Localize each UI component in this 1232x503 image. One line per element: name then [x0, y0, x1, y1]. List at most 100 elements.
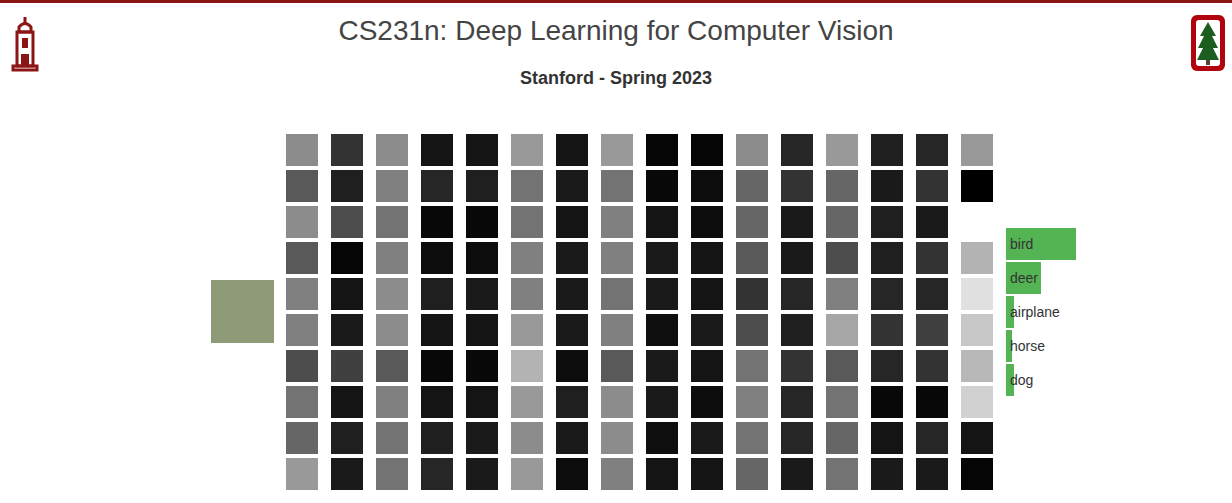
activation-map [826, 206, 858, 238]
activation-map [376, 134, 408, 166]
activation-map [916, 242, 948, 274]
activation-map [646, 170, 678, 202]
activation-map [871, 314, 903, 346]
activation-map [466, 422, 498, 454]
prediction-row: bird [1006, 228, 1106, 260]
predictions: birddeerairplanehorsedog [1006, 228, 1106, 396]
activation-map [466, 314, 498, 346]
activation-map [646, 458, 678, 490]
activation-map [916, 314, 948, 346]
activation-map [781, 422, 813, 454]
activation-grid [286, 134, 993, 490]
activation-map [376, 206, 408, 238]
activation-map [691, 350, 723, 382]
activation-map [466, 134, 498, 166]
activation-map [736, 278, 768, 310]
activation-map [466, 386, 498, 418]
activation-map [601, 422, 633, 454]
activation-map [376, 422, 408, 454]
activation-map [421, 314, 453, 346]
activation-map [466, 242, 498, 274]
output-cell [961, 422, 993, 454]
activation-map [331, 278, 363, 310]
activation-map [781, 134, 813, 166]
output-cell [961, 350, 993, 382]
activation-map [331, 206, 363, 238]
activation-row [286, 134, 993, 166]
activation-map [421, 422, 453, 454]
output-cell [961, 170, 993, 202]
activation-map [691, 278, 723, 310]
activation-map [826, 350, 858, 382]
activation-map [556, 134, 588, 166]
activation-row [286, 422, 993, 454]
activation-map [286, 170, 318, 202]
activation-map [556, 350, 588, 382]
activation-map [871, 134, 903, 166]
activation-map [421, 386, 453, 418]
prediction-row: airplane [1006, 296, 1106, 328]
activation-map [286, 206, 318, 238]
activation-map [781, 206, 813, 238]
activation-map [556, 170, 588, 202]
activation-map [376, 242, 408, 274]
activation-map [736, 314, 768, 346]
activation-map [511, 458, 543, 490]
activation-map [691, 314, 723, 346]
activation-map [871, 458, 903, 490]
activation-map [556, 242, 588, 274]
activation-map [466, 170, 498, 202]
activation-map [646, 314, 678, 346]
activation-map [376, 314, 408, 346]
activation-map [421, 170, 453, 202]
activation-row [286, 350, 993, 382]
output-cell [961, 386, 993, 418]
activation-map [871, 422, 903, 454]
activation-map [916, 422, 948, 454]
activation-map [556, 386, 588, 418]
output-cell [961, 458, 993, 490]
activation-map [736, 386, 768, 418]
left-logo [6, 14, 50, 90]
activation-map [646, 206, 678, 238]
prediction-label: bird [1006, 228, 1106, 260]
activation-map [736, 170, 768, 202]
activation-map [871, 278, 903, 310]
activation-map [331, 314, 363, 346]
activation-map [286, 134, 318, 166]
activation-map [691, 206, 723, 238]
prediction-row: deer [1006, 262, 1106, 294]
activation-row [286, 206, 993, 238]
activation-map [421, 350, 453, 382]
activation-map [511, 134, 543, 166]
activation-map [601, 134, 633, 166]
activation-map [421, 458, 453, 490]
activation-map [466, 350, 498, 382]
prediction-label: airplane [1006, 296, 1106, 328]
activation-row [286, 242, 993, 274]
activation-map [376, 170, 408, 202]
activation-map [736, 350, 768, 382]
activation-map [331, 170, 363, 202]
activation-map [691, 386, 723, 418]
activation-map [781, 278, 813, 310]
activation-map [691, 422, 723, 454]
activation-map [331, 458, 363, 490]
activation-map [781, 458, 813, 490]
activation-map [601, 242, 633, 274]
activation-map [286, 314, 318, 346]
title-block: CS231n: Deep Learning for Computer Visio… [50, 14, 1182, 90]
activation-row [286, 386, 993, 418]
activation-map [466, 206, 498, 238]
activation-map [871, 206, 903, 238]
activation-map [871, 386, 903, 418]
activation-map [601, 206, 633, 238]
activation-row [286, 170, 993, 202]
activation-map [736, 242, 768, 274]
activation-map [331, 386, 363, 418]
activation-map [376, 458, 408, 490]
activation-map [871, 170, 903, 202]
activation-map [286, 422, 318, 454]
activation-map [826, 242, 858, 274]
prediction-label: deer [1006, 262, 1106, 294]
